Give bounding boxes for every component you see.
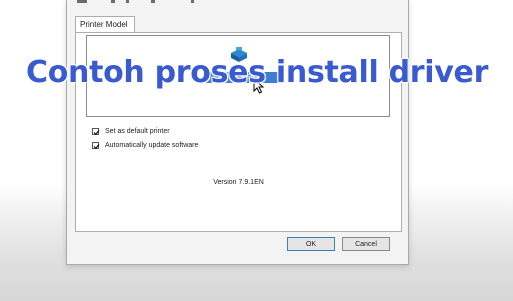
auto-update-option[interactable]: Automatically update software <box>92 140 198 151</box>
cancel-button[interactable]: Cancel <box>342 237 390 251</box>
title-bar-remnant <box>71 0 201 4</box>
auto-update-checkbox[interactable] <box>92 142 100 150</box>
check-icon <box>93 130 100 136</box>
default-printer-checkbox[interactable] <box>92 128 100 136</box>
default-printer-option[interactable]: Set as default printer <box>92 126 170 137</box>
ok-button[interactable]: OK <box>287 237 335 251</box>
version-text: Version 7.9.1EN <box>213 179 264 186</box>
default-printer-label: Set as default printer <box>105 128 170 135</box>
tab-strip: Printer Model <box>75 16 400 33</box>
printer-setup-dialog: Printer Model EP Ol S Series Set as defa… <box>66 0 409 265</box>
video-caption-overlay: Contoh proses install driver <box>26 55 489 90</box>
auto-update-label: Automatically update software <box>105 142 199 149</box>
check-icon <box>93 144 100 150</box>
tab-printer-model[interactable]: Printer Model <box>75 16 135 33</box>
